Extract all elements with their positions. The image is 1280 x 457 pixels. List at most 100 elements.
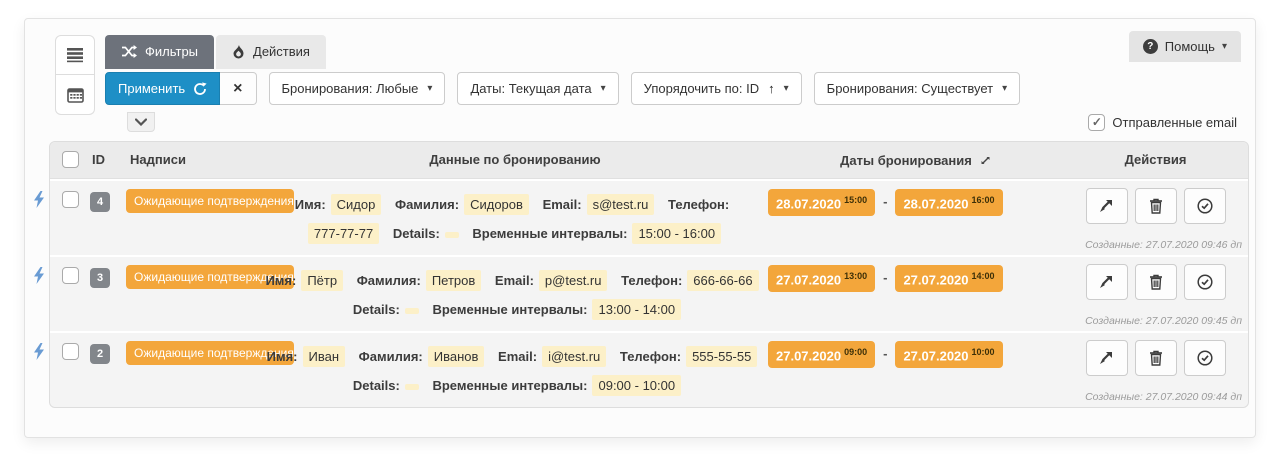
send-email-button[interactable] xyxy=(1086,188,1128,224)
confirm-button[interactable] xyxy=(1184,264,1226,300)
row-booking-data: Имя:Пётр Фамилия:Петров Email:p@test.ru … xyxy=(262,257,768,331)
email-label: Email: xyxy=(543,197,582,212)
trash-icon xyxy=(1149,350,1163,366)
send-email-button[interactable] xyxy=(1086,264,1128,300)
filter-bookings-exists[interactable]: Бронирования: Существует ▾ xyxy=(814,72,1020,105)
date-to-chip[interactable]: 27.07.202014:00 xyxy=(895,265,1002,292)
header-dates-label: Даты бронирования xyxy=(840,153,972,168)
header-labels: Надписи xyxy=(126,142,262,178)
row-id-cell: 4 xyxy=(90,181,126,255)
header-select-all xyxy=(50,142,90,178)
created-timestamp: Созданные: 27.07.2020 09:44 дп xyxy=(1085,391,1242,403)
trash-icon xyxy=(1149,274,1163,290)
date-from-chip[interactable]: 27.07.202013:00 xyxy=(768,265,875,292)
clear-filters-button[interactable]: × xyxy=(220,72,256,105)
name-value: Сидор xyxy=(331,194,382,215)
confirm-button[interactable] xyxy=(1184,188,1226,224)
list-view-button[interactable] xyxy=(55,35,95,75)
row-booking-data: Имя:Сидор Фамилия:Сидоров Email:s@test.r… xyxy=(262,181,768,255)
created-value: 27.07.2020 09:46 дп xyxy=(1146,239,1242,251)
check-circle-icon xyxy=(1197,274,1213,290)
page: Фильтры Действия ? Помощь ▾ xyxy=(0,0,1280,457)
row-select-cell xyxy=(50,181,90,255)
caret-down-icon: ▾ xyxy=(784,83,789,94)
filters-row: Применить × Бронирования: Любые ▾ xyxy=(105,72,1241,105)
table-row: 2 Ожидающие подтверждения Имя:Иван Фамил… xyxy=(50,331,1248,407)
send-arrow-icon xyxy=(1099,275,1115,290)
row-select-cell xyxy=(50,333,90,407)
toolbar: Фильтры Действия ? Помощь ▾ xyxy=(25,19,1255,135)
created-prefix: Созданные: xyxy=(1085,391,1143,403)
intervals-value: 15:00 - 16:00 xyxy=(632,223,721,244)
date-from: 27.07.2020 xyxy=(776,272,841,287)
phone-label: Телефон: xyxy=(620,349,681,364)
confirm-button[interactable] xyxy=(1184,340,1226,376)
lightning-icon xyxy=(33,343,45,360)
calendar-view-button[interactable] xyxy=(55,75,95,115)
delete-button[interactable] xyxy=(1135,188,1177,224)
caret-down-icon: ▾ xyxy=(1002,83,1007,94)
time-from: 09:00 xyxy=(844,347,867,357)
help-label: Помощь xyxy=(1165,39,1215,54)
table-body: 4 Ожидающие подтверждения Имя: Сидор Фами… xyxy=(50,179,1248,407)
delete-button[interactable] xyxy=(1135,340,1177,376)
row-dates-cell: 28.07.202015:00 - 28.07.202016:00 xyxy=(768,181,1063,255)
created-timestamp: Созданные: 27.07.2020 09:45 дп xyxy=(1085,315,1242,327)
date-separator: - xyxy=(883,265,887,285)
id-badge: 4 xyxy=(90,192,110,212)
row-id-cell: 3 xyxy=(90,257,126,331)
surname-value: Петров xyxy=(426,270,481,291)
time-to: 14:00 xyxy=(972,271,995,281)
date-from-chip[interactable]: 28.07.202015:00 xyxy=(768,189,875,216)
header-dates[interactable]: Даты бронирования xyxy=(768,142,1063,178)
row-select-cell xyxy=(50,257,90,331)
date-to: 28.07.2020 xyxy=(903,196,968,211)
select-all-checkbox[interactable] xyxy=(62,151,79,168)
shuffle-icon xyxy=(121,45,137,58)
calendar-icon xyxy=(67,87,84,103)
details-value xyxy=(445,232,459,238)
expand-filters-button[interactable] xyxy=(127,112,155,132)
filter-dates-label: Даты: Текущая дата xyxy=(470,81,591,96)
details-label: Details: xyxy=(393,226,440,241)
filter-bookings-any-label: Бронирования: Любые xyxy=(282,81,419,96)
row-actions-cell: Созданные: 27.07.2020 09:44 дп xyxy=(1063,333,1248,407)
date-to-chip[interactable]: 28.07.202016:00 xyxy=(895,189,1002,216)
date-to-chip[interactable]: 27.07.202010:00 xyxy=(895,341,1002,368)
sent-email-label: Отправленные email xyxy=(1112,115,1237,130)
id-badge: 2 xyxy=(90,344,110,364)
intervals-label: Временные интервалы: xyxy=(472,226,627,241)
date-from-chip[interactable]: 27.07.202009:00 xyxy=(768,341,875,368)
filter-bookings-any[interactable]: Бронирования: Любые ▾ xyxy=(269,72,446,105)
sent-email-checkbox[interactable]: ✓ Отправленные email xyxy=(1088,114,1237,131)
close-icon: × xyxy=(233,80,242,98)
phone-label: Телефон: xyxy=(668,197,729,212)
date-to: 27.07.2020 xyxy=(903,348,968,363)
row-labels-cell: Ожидающие подтверждения xyxy=(126,257,262,331)
tab-actions[interactable]: Действия xyxy=(216,35,326,69)
row-checkbox[interactable] xyxy=(62,267,79,284)
row-checkbox[interactable] xyxy=(62,343,79,360)
date-from: 28.07.2020 xyxy=(776,196,841,211)
intervals-label: Временные интервалы: xyxy=(432,302,587,317)
filter-bookings-exists-label: Бронирования: Существует xyxy=(827,81,993,96)
row-labels-cell: Ожидающие подтверждения xyxy=(126,181,262,255)
row-actions-cell: Созданные: 27.07.2020 09:46 дп xyxy=(1063,181,1248,255)
row-dates-cell: 27.07.202009:00 - 27.07.202010:00 xyxy=(768,333,1063,407)
filter-dates[interactable]: Даты: Текущая дата ▾ xyxy=(457,72,618,105)
apply-button[interactable]: Применить xyxy=(105,72,220,105)
filter-sort[interactable]: Упорядочить по: ID ↑ ▾ xyxy=(631,72,802,105)
intervals-value: 13:00 - 14:00 xyxy=(592,299,681,320)
created-value: 27.07.2020 09:44 дп xyxy=(1146,391,1242,403)
help-button[interactable]: ? Помощь ▾ xyxy=(1129,31,1241,62)
surname-label: Фамилия: xyxy=(359,349,423,364)
toolbar-main: Фильтры Действия ? Помощь ▾ xyxy=(105,35,1241,135)
delete-button[interactable] xyxy=(1135,264,1177,300)
name-label: Имя: xyxy=(295,197,326,212)
row-id-cell: 2 xyxy=(90,333,126,407)
row-checkbox[interactable] xyxy=(62,191,79,208)
created-prefix: Созданные: xyxy=(1085,239,1143,251)
send-email-button[interactable] xyxy=(1086,340,1128,376)
tab-filters[interactable]: Фильтры xyxy=(105,35,214,69)
email-label: Email: xyxy=(498,349,537,364)
